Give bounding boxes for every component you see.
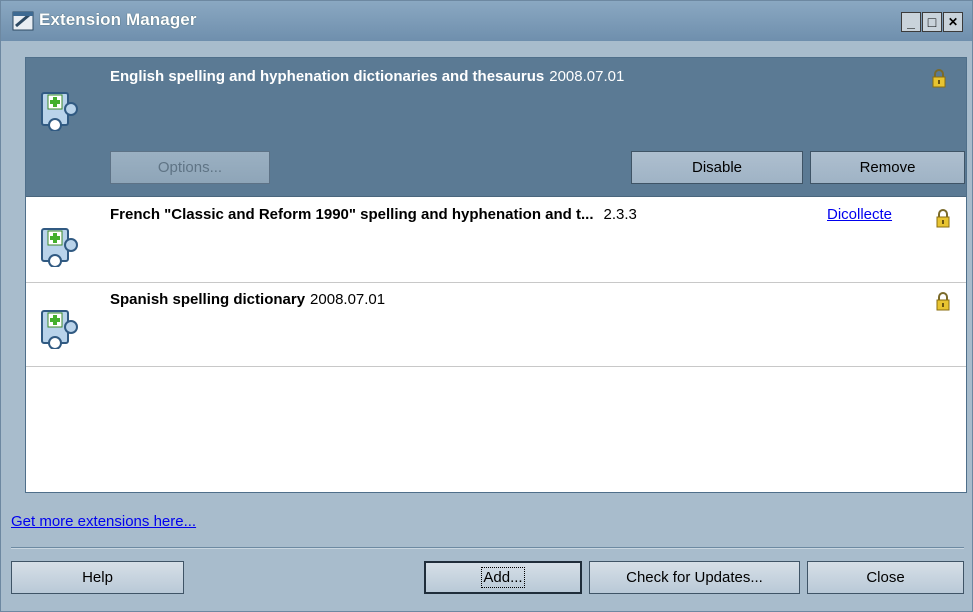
lock-icon (936, 209, 950, 228)
window-title: Extension Manager (39, 10, 197, 29)
extension-manager-window: Extension Manager _ □ ✕ English spelling… (0, 0, 973, 612)
close-window-button[interactable]: ✕ (943, 12, 963, 32)
maximize-button[interactable]: □ (922, 12, 942, 32)
extension-name: French "Classic and Reform 1990" spellin… (110, 206, 637, 223)
footer-separator (11, 547, 964, 549)
get-more-extensions-link[interactable]: Get more extensions here... (11, 513, 196, 530)
list-item[interactable]: Spanish spelling dictionary 2008.07.01 (26, 283, 966, 367)
puzzle-extension-icon (41, 228, 78, 267)
extension-version: 2008.07.01 (549, 68, 625, 85)
disable-button[interactable]: Disable (631, 151, 803, 184)
extension-name: Spanish spelling dictionary 2008.07.01 (110, 291, 386, 308)
lock-icon (936, 292, 950, 311)
list-item[interactable]: French "Classic and Reform 1990" spellin… (26, 197, 966, 283)
extension-name: English spelling and hyphenation diction… (110, 68, 625, 85)
lock-icon (932, 69, 946, 88)
close-button[interactable]: Close (807, 561, 964, 594)
remove-button[interactable]: Remove (810, 151, 965, 184)
app-icon (12, 11, 34, 31)
title-bar[interactable]: Extension Manager _ □ ✕ (1, 1, 972, 41)
extension-list[interactable]: English spelling and hyphenation diction… (25, 57, 967, 493)
options-button[interactable]: Options... (110, 151, 270, 184)
extension-version: 2.3.3 (603, 206, 637, 223)
add-button[interactable]: Add... (424, 561, 582, 594)
minimize-button[interactable]: _ (901, 12, 921, 32)
publisher-link[interactable]: Dicollecte (827, 206, 892, 223)
list-item[interactable]: English spelling and hyphenation diction… (26, 58, 966, 197)
check-for-updates-button[interactable]: Check for Updates... (589, 561, 800, 594)
puzzle-extension-icon (41, 92, 78, 131)
puzzle-extension-icon (41, 310, 78, 349)
help-button[interactable]: Help (11, 561, 184, 594)
extension-version: 2008.07.01 (310, 291, 386, 308)
